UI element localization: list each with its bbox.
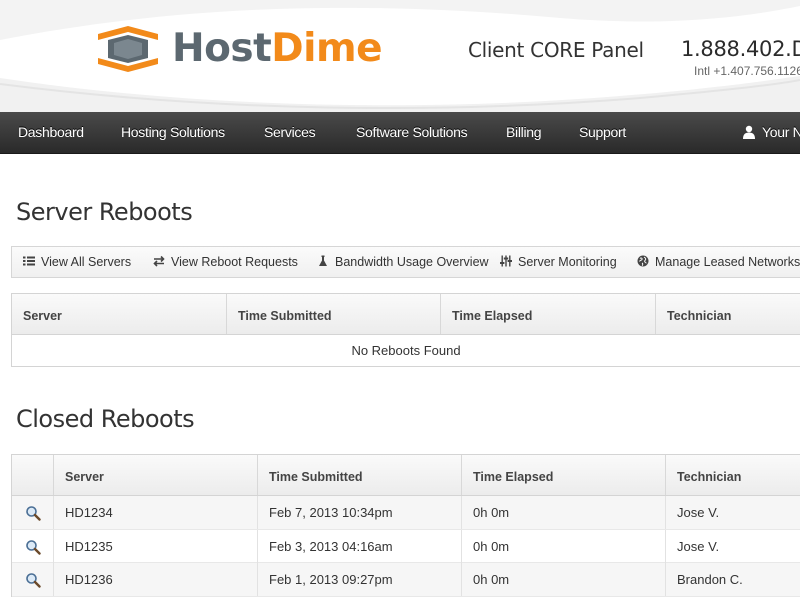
server-reboots-table: Server Time Submitted Time Elapsed Techn… <box>11 293 800 367</box>
view-cell <box>12 530 53 563</box>
time-submitted-cell: Feb 1, 2013 09:27pm <box>257 563 461 596</box>
hostdime-logo[interactable]: HostDime <box>94 26 383 72</box>
time-elapsed-cell: 0h 0m <box>461 496 665 529</box>
column-header-time-submitted[interactable]: Time Submitted <box>257 455 461 495</box>
time-submitted-cell: Feb 7, 2013 10:34pm <box>257 496 461 529</box>
empty-table-message: No Reboots Found <box>12 335 800 367</box>
closed-reboots-title: Closed Reboots <box>16 405 195 433</box>
support-phone-intl: Intl +1.407.756.1126 <box>694 64 800 78</box>
server-monitoring-button[interactable]: Server Monitoring <box>500 247 617 277</box>
server-reboots-title: Server Reboots <box>16 198 193 226</box>
server-monitoring-label: Server Monitoring <box>518 255 617 269</box>
nav-item-services[interactable]: Services <box>264 112 316 153</box>
support-phone: 1.888.402.DIME <box>681 37 800 61</box>
server-reboots-table-header: Server Time Submitted Time Elapsed Techn… <box>12 293 800 335</box>
nav-item-billing[interactable]: Billing <box>506 112 542 153</box>
logo-mark-icon <box>98 26 158 72</box>
view-all-servers-label: View All Servers <box>41 255 132 269</box>
nav-item-dashboard[interactable]: Dashboard <box>18 112 84 153</box>
logo-host-text: Host <box>172 26 272 71</box>
magnifier-icon[interactable] <box>25 505 41 521</box>
view-reboot-requests-button[interactable]: View Reboot Requests <box>153 247 298 277</box>
table-row[interactable]: HD1236 Feb 1, 2013 09:27pm 0h 0m Brandon… <box>12 563 800 597</box>
view-all-servers-button[interactable]: View All Servers <box>23 247 131 277</box>
flask-icon <box>319 255 327 266</box>
view-reboot-requests-label: View Reboot Requests <box>171 255 298 269</box>
column-header-time-submitted[interactable]: Time Submitted <box>226 294 440 334</box>
time-elapsed-cell: 0h 0m <box>461 563 665 596</box>
server-cell: HD1235 <box>53 529 257 563</box>
table-row[interactable]: HD1234 Feb 7, 2013 10:34pm 0h 0m Jose V. <box>12 496 800 530</box>
view-cell <box>12 496 53 529</box>
column-header-server[interactable]: Server <box>12 294 226 334</box>
list-icon <box>23 256 35 266</box>
logo-wordmark: HostDime <box>172 26 383 72</box>
site-header: HostDime Client CORE Panel 1.888.402.DIM… <box>0 0 800 112</box>
time-submitted-cell: Feb 3, 2013 04:16am <box>257 529 461 563</box>
view-cell <box>12 563 53 596</box>
closed-reboots-table-header: Server Time Submitted Time Elapsed Techn… <box>12 454 800 496</box>
nav-item-software-solutions[interactable]: Software Solutions <box>356 112 468 153</box>
server-cell: HD1236 <box>53 563 257 596</box>
column-header-view <box>12 455 53 495</box>
logo-dime-text: Dime <box>271 26 383 71</box>
nav-user-label: Your N <box>762 124 800 140</box>
server-toolbar: View All Servers View Reboot Requests Ba… <box>11 246 800 278</box>
bandwidth-usage-overview-label: Bandwidth Usage Overview <box>335 255 489 269</box>
closed-reboots-table: Server Time Submitted Time Elapsed Techn… <box>11 454 800 597</box>
time-elapsed-cell: 0h 0m <box>461 529 665 563</box>
technician-cell: Brandon C. <box>665 563 800 596</box>
sliders-icon <box>500 255 512 267</box>
manage-leased-networks-button[interactable]: Manage Leased Networks <box>637 247 800 277</box>
nav-item-user-account[interactable]: Your N <box>742 112 800 153</box>
table-row[interactable]: HD1235 Feb 3, 2013 04:16am 0h 0m Jose V. <box>12 529 800 563</box>
globe-icon <box>637 255 649 267</box>
nav-item-support[interactable]: Support <box>579 112 626 153</box>
server-cell: HD1234 <box>53 496 257 529</box>
magnifier-icon[interactable] <box>25 572 41 588</box>
column-header-technician[interactable]: Technician <box>665 455 800 495</box>
manage-leased-networks-label: Manage Leased Networks <box>655 255 800 269</box>
nav-item-hosting-solutions[interactable]: Hosting Solutions <box>121 112 225 153</box>
technician-cell: Jose V. <box>665 496 800 529</box>
panel-title: Client CORE Panel <box>468 38 644 62</box>
column-header-server[interactable]: Server <box>53 455 257 495</box>
column-header-time-elapsed[interactable]: Time Elapsed <box>461 455 665 495</box>
column-header-technician[interactable]: Technician <box>655 294 800 334</box>
column-header-time-elapsed[interactable]: Time Elapsed <box>440 294 655 334</box>
bandwidth-usage-overview-button[interactable]: Bandwidth Usage Overview <box>317 247 489 277</box>
user-icon <box>743 125 755 139</box>
technician-cell: Jose V. <box>665 529 800 563</box>
magnifier-icon[interactable] <box>25 539 41 555</box>
swap-icon <box>153 255 165 267</box>
main-nav: Dashboard Hosting Solutions Services Sof… <box>0 112 800 154</box>
